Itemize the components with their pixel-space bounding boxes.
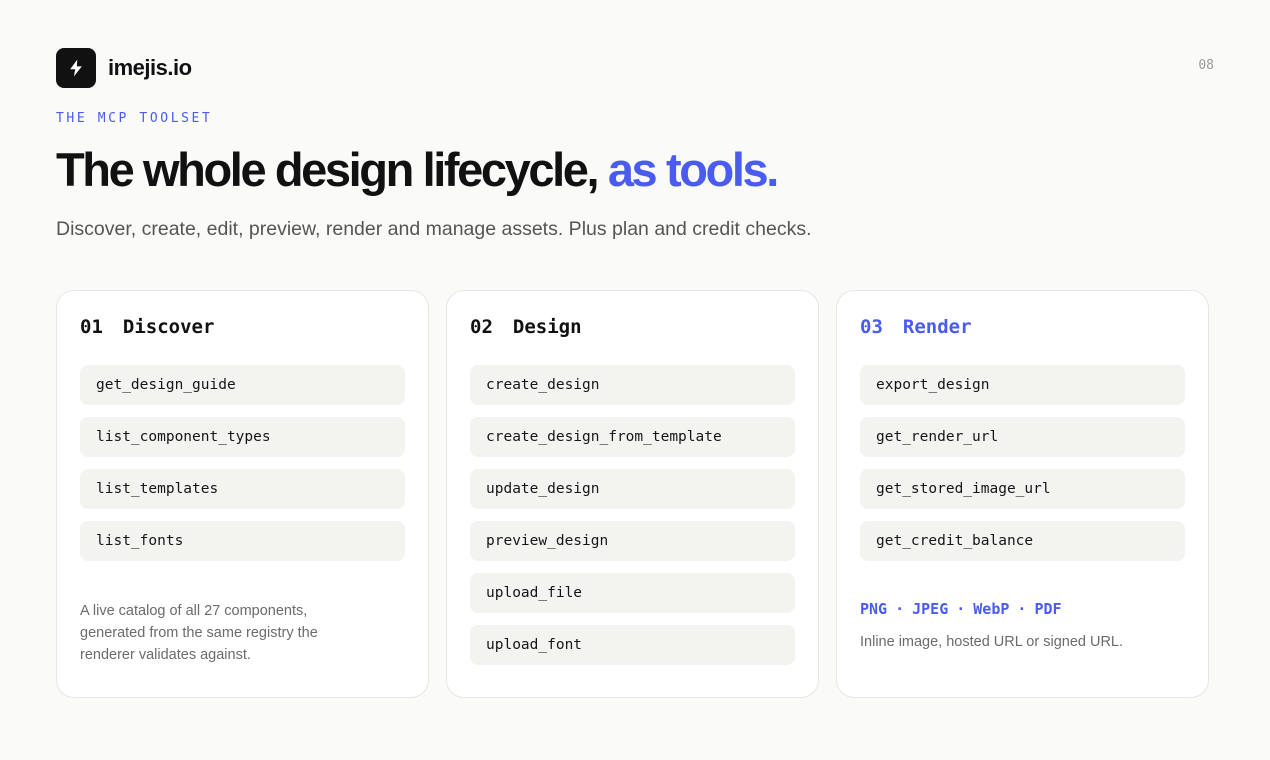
tool-chip[interactable]: create_design	[470, 365, 795, 405]
tool-chip[interactable]: update_design	[470, 469, 795, 509]
format-webp: WebP	[973, 600, 1010, 618]
format-png: PNG	[860, 600, 888, 618]
tool-list: export_design get_render_url get_stored_…	[860, 365, 1185, 561]
tool-chip[interactable]: export_design	[860, 365, 1185, 405]
tool-list: create_design create_design_from_templat…	[470, 365, 795, 665]
page-number: 08	[1198, 58, 1214, 73]
card-discover: 01 Discover get_design_guide list_compone…	[56, 290, 429, 698]
card-number: 03	[860, 316, 883, 338]
tool-chip[interactable]: get_stored_image_url	[860, 469, 1185, 509]
card-note: A live catalog of all 27 components, gen…	[80, 603, 318, 663]
lightning-bolt-icon	[56, 48, 96, 88]
card-number: 02	[470, 316, 493, 338]
tool-chip[interactable]: get_design_guide	[80, 365, 405, 405]
card-number: 01	[80, 316, 103, 338]
card-title: Render	[902, 316, 972, 338]
headline-accent: as tools.	[607, 143, 779, 196]
card-heading: 03 Render	[860, 315, 1185, 339]
card-design: 02 Design create_design create_design_fro…	[446, 290, 819, 698]
card-render: 03 Render export_design get_render_url ge…	[836, 290, 1209, 698]
tool-chip[interactable]: upload_file	[470, 573, 795, 613]
tool-cards: 01 Discover get_design_guide list_compone…	[56, 290, 1209, 698]
format-separator: ·	[956, 600, 966, 618]
card-title: Design	[512, 316, 582, 338]
tool-list: get_design_guide list_component_types li…	[80, 365, 405, 561]
tool-chip[interactable]: upload_font	[470, 625, 795, 665]
tool-chip[interactable]: create_design_from_template	[470, 417, 795, 457]
tool-chip[interactable]: list_templates	[80, 469, 405, 509]
brand-name: imejis.io	[108, 55, 192, 80]
section-eyebrow: THE MCP TOOLSET	[56, 111, 213, 126]
tool-chip[interactable]: list_component_types	[80, 417, 405, 457]
format-separator: ·	[1017, 600, 1027, 618]
headline-main: The whole design lifecycle,	[56, 143, 608, 196]
page-title: The whole design lifecycle, as tools.	[56, 140, 779, 200]
tool-chip[interactable]: preview_design	[470, 521, 795, 561]
card-title: Discover	[122, 316, 215, 338]
tool-chip[interactable]: get_render_url	[860, 417, 1185, 457]
format-jpeg: JPEG	[912, 600, 949, 618]
tool-chip[interactable]: get_credit_balance	[860, 521, 1185, 561]
brand[interactable]: imejis.io	[56, 48, 192, 88]
tool-chip[interactable]: list_fonts	[80, 521, 405, 561]
format-separator: ·	[895, 600, 905, 618]
export-formats: PNG · JPEG · WebP · PDF	[860, 600, 1062, 618]
card-heading: 02 Design	[470, 315, 795, 339]
format-pdf: PDF	[1034, 600, 1062, 618]
card-heading: 01 Discover	[80, 315, 405, 339]
page-subtitle: Discover, create, edit, preview, render …	[56, 218, 812, 240]
formats-note: Inline image, hosted URL or signed URL.	[860, 634, 1124, 650]
